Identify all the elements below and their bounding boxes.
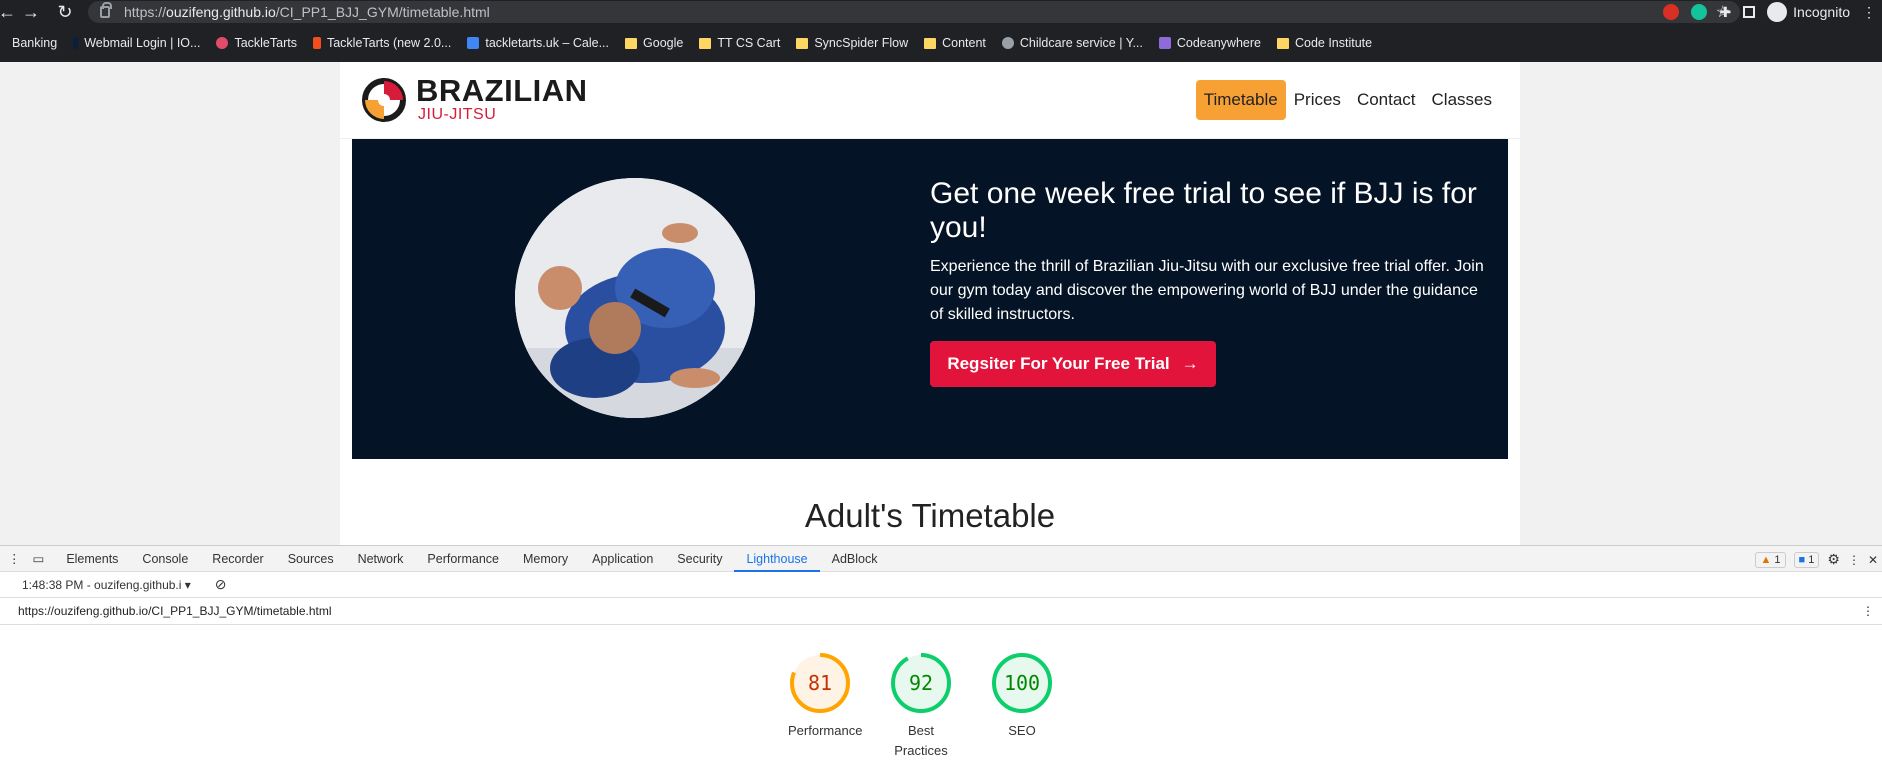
tab-elements[interactable]: Elements [54, 546, 130, 572]
nav-link-timetable[interactable]: Timetable [1195, 80, 1286, 120]
lighthouse-toolbar: 1:48:38 PM - ouzifeng.github.i ▾ ⊘ [0, 572, 1882, 598]
address-bar[interactable]: https://ouzifeng.github.io/CI_PP1_BJJ_GY… [88, 1, 1740, 23]
lighthouse-scores: 81 Performance 92 Best Practices 100 SEO [788, 651, 1054, 761]
score-label: SEO [1008, 723, 1036, 738]
folder-icon [625, 37, 638, 49]
devtools-tabs: ⋮ ▭ Elements Console Recorder Sources Ne… [0, 546, 1882, 572]
tab-lighthouse[interactable]: Lighthouse [734, 546, 820, 572]
tab-console[interactable]: Console [130, 546, 200, 572]
register-trial-button[interactable]: Regsiter For Your Free Trial → [930, 341, 1216, 387]
report-url: https://ouzifeng.github.io/CI_PP1_BJJ_GY… [18, 604, 332, 618]
report-menu-icon[interactable]: ⋮ [1862, 604, 1874, 618]
bookmark-item[interactable]: tackletarts.uk – Cale... [467, 36, 609, 50]
bookmarks-bar: Banking Webmail Login | IO... TackleTart… [0, 32, 1388, 54]
hero-text: Get one week free trial to see if BJJ is… [930, 177, 1490, 327]
grammarly-icon[interactable] [1691, 4, 1708, 20]
incognito-label: Incognito [1793, 4, 1850, 20]
score-value: 92 [908, 671, 934, 695]
side-panel-icon[interactable] [1743, 6, 1756, 18]
bookmark-item[interactable]: TT CS Cart [699, 36, 780, 50]
warnings-badge[interactable]: ▲ 1 [1755, 551, 1786, 568]
devtools-status: ▲ 1 ■ 1 ⚙ ⋮ ✕ [1755, 551, 1878, 568]
score-label: Performance [788, 723, 863, 738]
nav-link-classes[interactable]: Classes [1424, 80, 1500, 120]
tab-application[interactable]: Application [580, 546, 665, 572]
bookmark-item[interactable]: Childcare service | Y... [1001, 36, 1143, 50]
folder-icon [796, 37, 809, 49]
more-icon[interactable]: ⋮ [1848, 553, 1860, 567]
messages-badge[interactable]: ■ 1 [1793, 551, 1820, 568]
tab-adblock[interactable]: AdBlock [820, 546, 890, 572]
score-gauge: 92 [889, 651, 953, 715]
lock-icon [100, 2, 112, 18]
hero-description: Experience the thrill of Brazilian Jiu-J… [930, 258, 1484, 323]
folder-icon [1276, 37, 1289, 49]
site-header: BRAZILIAN JIU-JITSU Timetable Prices Con… [340, 62, 1520, 139]
url-host: ouzifeng.github.io [166, 4, 276, 20]
devtools-panel: ⋮ ▭ Elements Console Recorder Sources Ne… [0, 545, 1882, 782]
score-gauge: 100 [990, 651, 1054, 715]
site-logo[interactable]: BRAZILIAN JIU-JITSU [362, 73, 588, 124]
bookmark-item[interactable]: SyncSpider Flow [796, 36, 908, 50]
score-gauge: 81 [788, 651, 852, 715]
main-nav: Timetable Prices Contact Classes [1195, 80, 1500, 120]
score-performance[interactable]: 81 Performance [788, 651, 863, 761]
settings-icon[interactable]: ⚙ [1827, 551, 1840, 568]
tab-sources[interactable]: Sources [276, 546, 346, 572]
forward-icon[interactable]: → [14, 0, 48, 24]
score-label: Best Practices [894, 723, 948, 758]
menu-icon[interactable]: ⋮ [1862, 4, 1876, 21]
incognito-indicator[interactable]: Incognito [1767, 2, 1850, 22]
reload-icon[interactable]: ↻ [48, 0, 82, 24]
bookmark-item[interactable]: Google [625, 36, 683, 50]
bookmark-item[interactable]: Banking [12, 36, 57, 50]
website: BRAZILIAN JIU-JITSU Timetable Prices Con… [340, 62, 1520, 545]
url-path: /CI_PP1_BJJ_GYM/timetable.html [275, 4, 490, 20]
logo-sub-text: JIU-JITSU [418, 106, 497, 123]
bookmark-item[interactable]: TackleTarts (new 2.0... [312, 36, 451, 50]
tab-memory[interactable]: Memory [511, 546, 580, 572]
puzzle-icon[interactable]: ✚ [1719, 4, 1731, 21]
score-best-practices[interactable]: 92 Best Practices [889, 651, 953, 761]
bookmark-item[interactable]: Code Institute [1276, 36, 1372, 50]
report-url-bar: https://ouzifeng.github.io/CI_PP1_BJJ_GY… [0, 598, 1882, 625]
score-value: 100 [1003, 671, 1041, 695]
hero-photo [515, 178, 755, 418]
tab-performance[interactable]: Performance [415, 546, 511, 572]
logo-main-text: BRAZILIAN [416, 73, 588, 108]
cta-label: Regsiter For Your Free Trial [947, 354, 1170, 373]
folder-icon [924, 37, 937, 49]
back-icon[interactable]: ← [0, 0, 16, 24]
clear-icon[interactable]: ⊘ [215, 576, 227, 593]
arrow-right-icon: → [1181, 354, 1199, 373]
logo-icon [362, 78, 406, 122]
tab-network[interactable]: Network [346, 546, 416, 572]
nav-link-contact[interactable]: Contact [1349, 80, 1424, 120]
grappling-image [515, 178, 755, 418]
tab-security[interactable]: Security [665, 546, 734, 572]
folder-icon [699, 37, 712, 49]
report-select[interactable]: 1:48:38 PM - ouzifeng.github.i ▾ [22, 578, 191, 592]
device-toggle-icon[interactable]: ▭ [29, 551, 55, 566]
url-prefix: https:// [124, 4, 167, 20]
toolbar-icons: ✚ Incognito ⋮ [1663, 0, 1882, 24]
score-seo[interactable]: 100 SEO [990, 651, 1054, 761]
incognito-icon [1767, 2, 1788, 22]
browser-chrome: ← → ↻ https://ouzifeng.github.io/CI_PP1_… [0, 0, 1882, 62]
tab-recorder[interactable]: Recorder [200, 546, 275, 572]
dock-icon[interactable]: ⋮ [0, 551, 29, 566]
bookmark-item[interactable]: Content [924, 36, 986, 50]
timetable-heading: Adult's Timetable [804, 497, 1056, 534]
bookmark-item[interactable]: Codeanywhere [1158, 36, 1261, 50]
hero-banner: Get one week free trial to see if BJJ is… [352, 139, 1508, 459]
bookmark-item[interactable]: TackleTarts [216, 36, 297, 50]
bookmark-item[interactable]: Webmail Login | IO... [73, 36, 200, 50]
close-icon[interactable]: ✕ [1868, 553, 1878, 567]
nav-link-prices[interactable]: Prices [1286, 80, 1349, 120]
extension-red-icon[interactable] [1663, 4, 1680, 20]
score-value: 81 [807, 671, 833, 695]
page-viewport: BRAZILIAN JIU-JITSU Timetable Prices Con… [0, 62, 1882, 545]
hero-title: Get one week free trial to see if BJJ is… [930, 177, 1477, 244]
